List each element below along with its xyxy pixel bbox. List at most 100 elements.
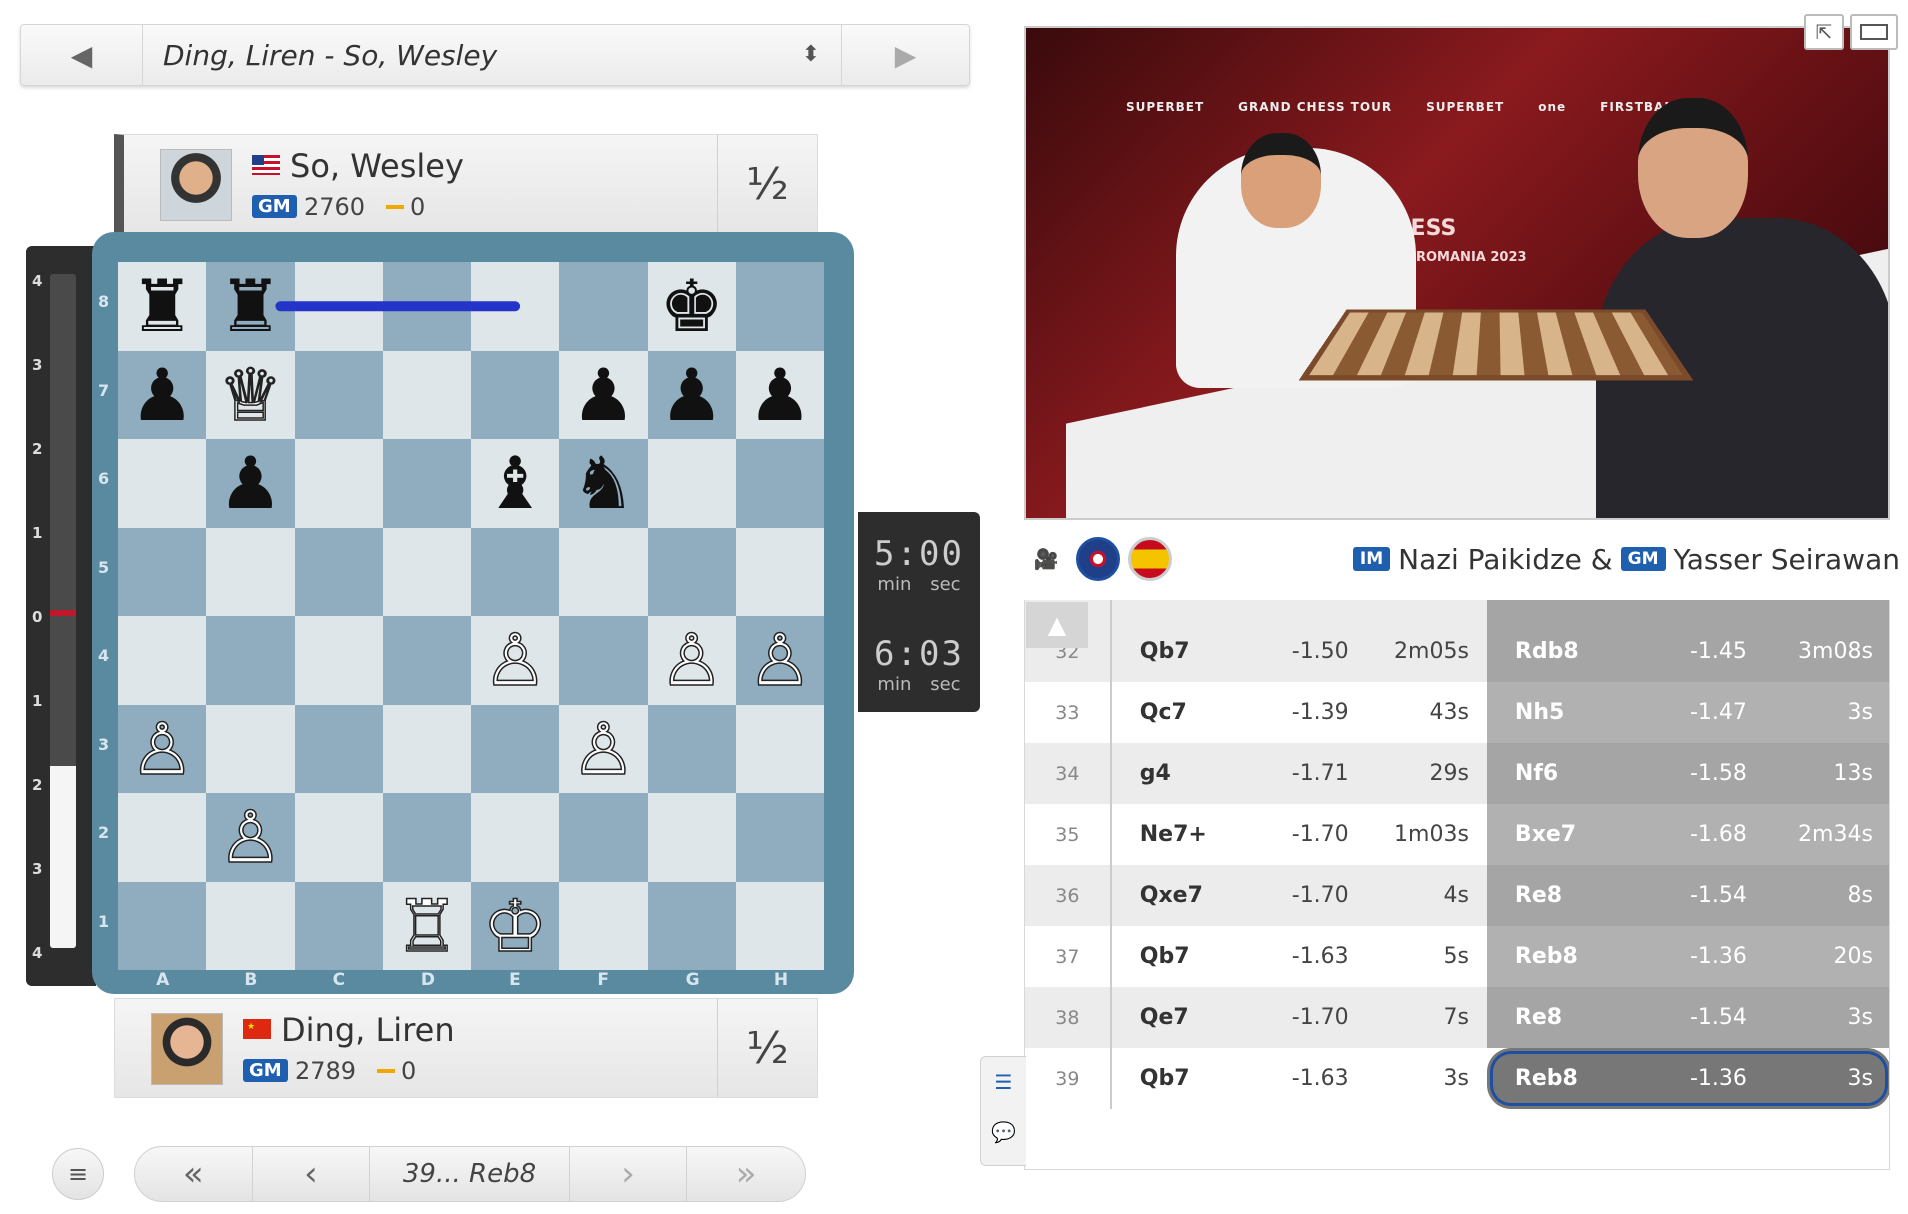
black-move-cell[interactable]: Reb8 -1.36 3s: [1486, 1048, 1889, 1109]
square-a3[interactable]: ♙: [118, 704, 207, 793]
chess-piece[interactable]: ♜: [130, 270, 195, 342]
scroll-up-button[interactable]: ▲: [1026, 602, 1088, 648]
chess-piece[interactable]: ♟: [571, 359, 636, 431]
square-e6[interactable]: ♝: [471, 439, 560, 528]
chess-piece[interactable]: ♚: [659, 270, 724, 342]
game-dropdown-icon[interactable]: ⬍: [781, 44, 841, 66]
popout-video-icon[interactable]: ⇱: [1804, 14, 1844, 50]
chess-piece[interactable]: ♙: [570, 712, 636, 786]
moves-tab-icon[interactable]: ☰: [981, 1057, 1026, 1107]
square-h7[interactable]: ♟: [735, 350, 824, 439]
square-d1[interactable]: ♖: [382, 881, 471, 970]
square-d5[interactable]: [382, 527, 471, 616]
square-d4[interactable]: [382, 616, 471, 705]
chess-piece[interactable]: ♝: [483, 447, 548, 519]
theater-mode-icon[interactable]: [1850, 14, 1898, 50]
square-d8[interactable]: [382, 262, 471, 351]
chess-piece[interactable]: ♔: [482, 889, 548, 963]
black-move-cell[interactable]: Nh5 -1.47 3s: [1486, 682, 1889, 743]
square-d2[interactable]: [382, 793, 471, 882]
square-d7[interactable]: [382, 350, 471, 439]
black-move[interactable]: Re8: [1487, 1005, 1637, 1030]
square-e8[interactable]: [471, 262, 560, 351]
square-f2[interactable]: [559, 793, 648, 882]
square-b8[interactable]: ♜: [206, 262, 295, 351]
square-c4[interactable]: [294, 616, 383, 705]
square-e1[interactable]: ♔: [471, 881, 560, 970]
video-player[interactable]: SUPERBET GRAND CHESS TOUR SUPERBET one FIRST…: [1024, 26, 1890, 520]
square-e7[interactable]: [471, 350, 560, 439]
square-a4[interactable]: [118, 616, 207, 705]
square-g2[interactable]: [647, 793, 736, 882]
square-g3[interactable]: [647, 704, 736, 793]
chess-piece[interactable]: ♙: [129, 712, 195, 786]
chess-piece[interactable]: ♕: [217, 358, 283, 432]
black-move-cell[interactable]: Re8 -1.54 8s: [1486, 865, 1889, 926]
black-move[interactable]: Nf6: [1487, 761, 1637, 786]
square-c2[interactable]: [294, 793, 383, 882]
black-move[interactable]: Reb8: [1487, 944, 1637, 969]
square-b2[interactable]: ♙: [206, 793, 295, 882]
black-move[interactable]: Rdb8: [1487, 639, 1637, 664]
square-b3[interactable]: [206, 704, 295, 793]
square-e3[interactable]: [471, 704, 560, 793]
square-b6[interactable]: ♟: [206, 439, 295, 528]
chess-piece[interactable]: ♟: [130, 359, 195, 431]
chess-piece[interactable]: ♙: [217, 801, 283, 875]
english-commentary-icon[interactable]: [1076, 537, 1120, 581]
first-move-button[interactable]: «: [135, 1147, 253, 1201]
square-h4[interactable]: ♙: [735, 616, 824, 705]
square-c7[interactable]: [294, 350, 383, 439]
black-move-cell[interactable]: Rdb8 -1.45 3m08s: [1486, 621, 1889, 682]
square-e5[interactable]: [471, 527, 560, 616]
chess-piece[interactable]: ♟: [748, 359, 813, 431]
square-h5[interactable]: [735, 527, 824, 616]
black-move-cell[interactable]: Reb8 -1.36 20s: [1486, 926, 1889, 987]
square-g8[interactable]: ♚: [647, 262, 736, 351]
black-move-cell[interactable]: Nf6 -1.58 13s: [1486, 743, 1889, 804]
white-move[interactable]: Ne7+: [1112, 822, 1241, 847]
square-h3[interactable]: [735, 704, 824, 793]
next-game-button[interactable]: ▶: [841, 25, 969, 85]
chess-piece[interactable]: ♙: [659, 624, 725, 698]
square-a6[interactable]: [118, 439, 207, 528]
square-g4[interactable]: ♙: [647, 616, 736, 705]
square-g5[interactable]: [647, 527, 736, 616]
square-a1[interactable]: [118, 881, 207, 970]
black-move[interactable]: Bxe7: [1487, 822, 1637, 847]
chess-board[interactable]: ♜ ♜ ♚ ♟ ♕ ♟ ♟ ♟ ♟ ♝ ♞ ♙ ♙ ♙ ♙ ♙ ♙ ♖ ♔: [118, 262, 824, 970]
prev-move-button[interactable]: ‹: [253, 1147, 371, 1201]
chess-piece[interactable]: ♙: [482, 624, 548, 698]
next-move-button[interactable]: ›: [570, 1147, 688, 1201]
camera-icon[interactable]: 🎥: [1024, 537, 1068, 581]
square-c8[interactable]: [294, 262, 383, 351]
square-g6[interactable]: [647, 439, 736, 528]
square-h8[interactable]: [735, 262, 824, 351]
square-a7[interactable]: ♟: [118, 350, 207, 439]
black-move-cell[interactable]: Re8 -1.54 3s: [1486, 987, 1889, 1048]
square-f6[interactable]: ♞: [559, 439, 648, 528]
chess-piece[interactable]: ♖: [394, 889, 460, 963]
square-g7[interactable]: ♟: [647, 350, 736, 439]
square-c6[interactable]: [294, 439, 383, 528]
chess-piece[interactable]: ♜: [218, 270, 283, 342]
square-c1[interactable]: [294, 881, 383, 970]
square-h6[interactable]: [735, 439, 824, 528]
square-f1[interactable]: [559, 881, 648, 970]
black-move[interactable]: Re8: [1487, 883, 1637, 908]
square-c3[interactable]: [294, 704, 383, 793]
move-list[interactable]: 32 Qb7 -1.50 2m05s Rdb8 -1.45 3m08s 33 Qc7 -1.39 4…: [1024, 600, 1890, 1170]
game-selector[interactable]: ◀ Ding, Liren - So, Wesley ⬍ ▶: [20, 24, 970, 86]
white-move[interactable]: Qxe7: [1112, 883, 1241, 908]
square-b1[interactable]: [206, 881, 295, 970]
square-c5[interactable]: [294, 527, 383, 616]
square-b4[interactable]: [206, 616, 295, 705]
square-e2[interactable]: [471, 793, 560, 882]
menu-button[interactable]: ≡: [52, 1148, 104, 1200]
square-a8[interactable]: ♜: [118, 262, 207, 351]
black-move-cell[interactable]: Bxe7 -1.68 2m34s: [1486, 804, 1889, 865]
black-move[interactable]: Reb8: [1487, 1066, 1637, 1091]
white-move[interactable]: Qb7: [1112, 639, 1241, 664]
chess-piece[interactable]: ♙: [747, 624, 813, 698]
chess-piece[interactable]: ♞: [571, 447, 636, 519]
